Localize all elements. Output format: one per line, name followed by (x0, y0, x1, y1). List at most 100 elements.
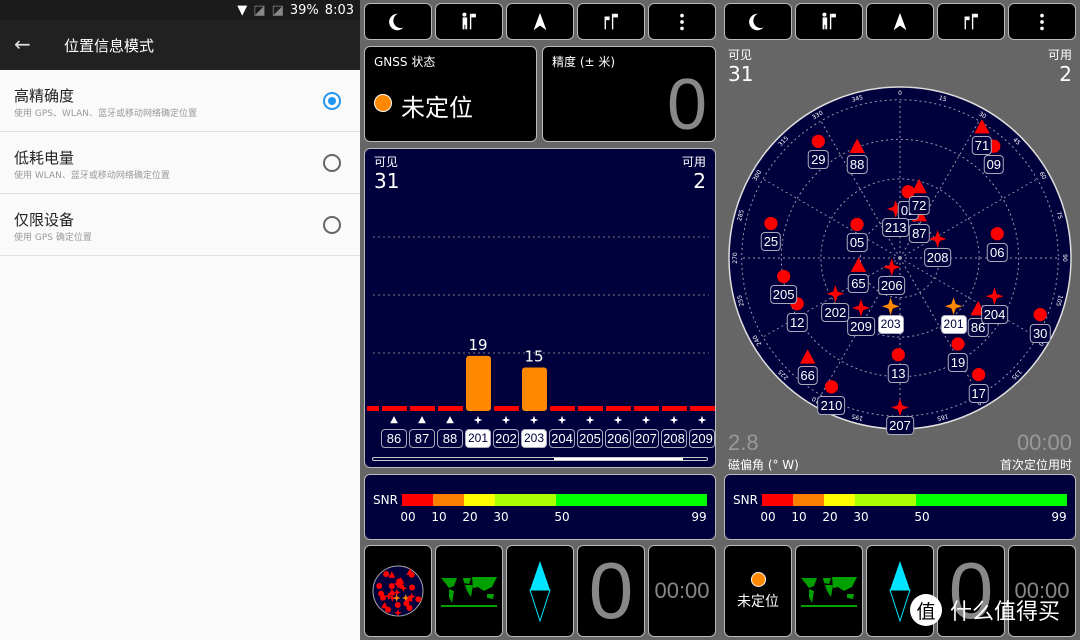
snr-tick: 99 (1051, 510, 1067, 524)
constellation-star-icon (669, 415, 679, 425)
snr-tick: 99 (691, 510, 707, 524)
moon-button[interactable] (364, 3, 432, 40)
option-battery-saving[interactable]: 低耗电量 使用 WLAN、蓝牙或移动网络确定位置 (0, 132, 360, 194)
satellite-label: 203 (521, 429, 547, 448)
radio-selected[interactable] (323, 92, 341, 110)
mini-satellite-marker (406, 604, 413, 611)
satellite-label: 206 (877, 276, 906, 296)
signal-bar (522, 367, 547, 411)
satellite-label: 30 (1029, 323, 1051, 343)
satellite-label: 05 (846, 233, 868, 253)
accuracy-panel: 精度 (± 米) 0 (542, 46, 716, 142)
tile-time[interactable]: 00:00 (648, 545, 716, 637)
satellite-label: 12 (786, 312, 808, 332)
compass-icon (529, 561, 551, 622)
constellation-star-icon (501, 415, 511, 425)
used-count: 2 (1059, 62, 1072, 86)
sky-plot: 0153045607590105120135150165180195210225… (728, 86, 1072, 436)
satellite-label: 19 (947, 353, 969, 372)
accuracy-value: 0 (588, 546, 634, 635)
snr-legend: SNR 00 10 20 30 50 99 (724, 474, 1076, 540)
radio-unselected[interactable] (323, 154, 341, 172)
tile-map[interactable] (435, 545, 503, 637)
satellite-label: 72 (908, 195, 930, 215)
no-sim-icon: ◪ (253, 2, 266, 18)
tile-accuracy[interactable]: 0 (577, 545, 645, 637)
azimuth-label: 90 (1061, 254, 1068, 262)
person-flag-icon (462, 12, 476, 29)
satellite-label: 203 (877, 315, 904, 335)
back-button[interactable]: ← (14, 32, 31, 56)
satellite-label: 25 (760, 232, 782, 252)
tile-status[interactable]: 未定位 (724, 545, 792, 637)
satellite-label: 17 (968, 383, 989, 403)
satellite-label: 86 (381, 429, 407, 448)
satellite-label: 202 (821, 302, 850, 322)
flags-button[interactable] (937, 3, 1005, 40)
satellite-label: 13 (888, 363, 909, 383)
option-subtitle: 使用 GPS、WLAN、蓝牙或移动网络确定位置 (14, 109, 197, 119)
battery-percent: 39% (289, 2, 319, 18)
navigation-arrow-button[interactable] (506, 3, 574, 40)
watermark-text: 什么值得买 (950, 600, 1061, 625)
snr-color-segment (402, 494, 433, 506)
snr-tick: 50 (914, 510, 930, 524)
signal-value: 19 (468, 336, 487, 354)
satellite-label: 87 (409, 429, 435, 448)
person-flag-button[interactable] (795, 3, 863, 40)
signal-bar (466, 355, 491, 411)
snr-tick: 20 (822, 510, 838, 524)
wifi-icon: ▼ (237, 2, 248, 18)
signal-bar (662, 406, 687, 411)
option-device-only[interactable]: 仅限设备 使用 GPS 确定位置 (0, 194, 360, 256)
satellite-circle-marker (777, 269, 791, 284)
more-vert-button[interactable] (648, 3, 716, 40)
navigation-arrow-button[interactable] (866, 3, 934, 40)
satellite-label: 213 (881, 217, 910, 237)
option-title: 低耗电量 (14, 149, 75, 167)
tile-compass[interactable] (506, 545, 574, 637)
moon-button[interactable] (724, 3, 792, 40)
ttff-value: 00:00 (1016, 430, 1072, 455)
snr-label: SNR (733, 493, 758, 507)
satellite-label: 87 (909, 223, 930, 243)
location-mode-settings: ▼ ◪ ◪ 39% 8:03 ← 位置信息模式 高精确度 使用 GPS、WLAN… (0, 0, 360, 640)
satellite-label: 210 (817, 395, 846, 415)
snr-color-segment (556, 494, 707, 506)
page-title: 位置信息模式 (64, 37, 155, 55)
constellation-star-icon (585, 415, 595, 425)
satellite-label: 207 (886, 416, 914, 436)
mini-sky-plot-icon (372, 565, 424, 617)
signal-bar (634, 406, 659, 411)
tile-map[interactable] (795, 545, 863, 637)
snr-label: SNR (373, 493, 398, 507)
radio-unselected[interactable] (323, 216, 341, 234)
signal-bar (410, 406, 435, 411)
accuracy-value: 0 (666, 65, 707, 145)
satellite-circle-marker (811, 134, 825, 148)
option-high-accuracy[interactable]: 高精确度 使用 GPS、WLAN、蓝牙或移动网络确定位置 (0, 70, 360, 132)
tile-sky-plot[interactable] (364, 545, 432, 637)
mini-satellite-marker (409, 584, 416, 591)
ttff-label: 首次定位用时 (999, 458, 1072, 472)
satellite-label: 29 (808, 150, 829, 170)
satellite-label: 201 (465, 429, 491, 448)
satellite-label: 88 (437, 429, 463, 448)
mini-satellite-marker (385, 606, 392, 613)
visible-count: 31 (728, 62, 754, 86)
bar-chart-canvas: 1915 (367, 236, 715, 425)
signal-bar (494, 406, 519, 411)
gnss-status-panel: GNSS 状态 未定位 (364, 46, 537, 142)
mini-satellite-marker (383, 571, 390, 578)
person-flag-button[interactable] (435, 3, 503, 40)
signal-bar (606, 406, 631, 411)
signal-bar-chart: 可见 31 可用 2 19 15 86 87 88 201 202 203 204 205 206 2… (364, 148, 716, 468)
satellite-circle-marker (764, 216, 778, 231)
mini-satellite-marker (408, 571, 415, 578)
declination-label: 磁偏角 (° W) (728, 458, 799, 472)
snr-tick: 30 (493, 510, 509, 524)
more-vert-button[interactable] (1008, 3, 1076, 40)
flags-button[interactable] (577, 3, 645, 40)
signal-bar (690, 406, 715, 411)
satellite-label: 201 (940, 315, 967, 335)
